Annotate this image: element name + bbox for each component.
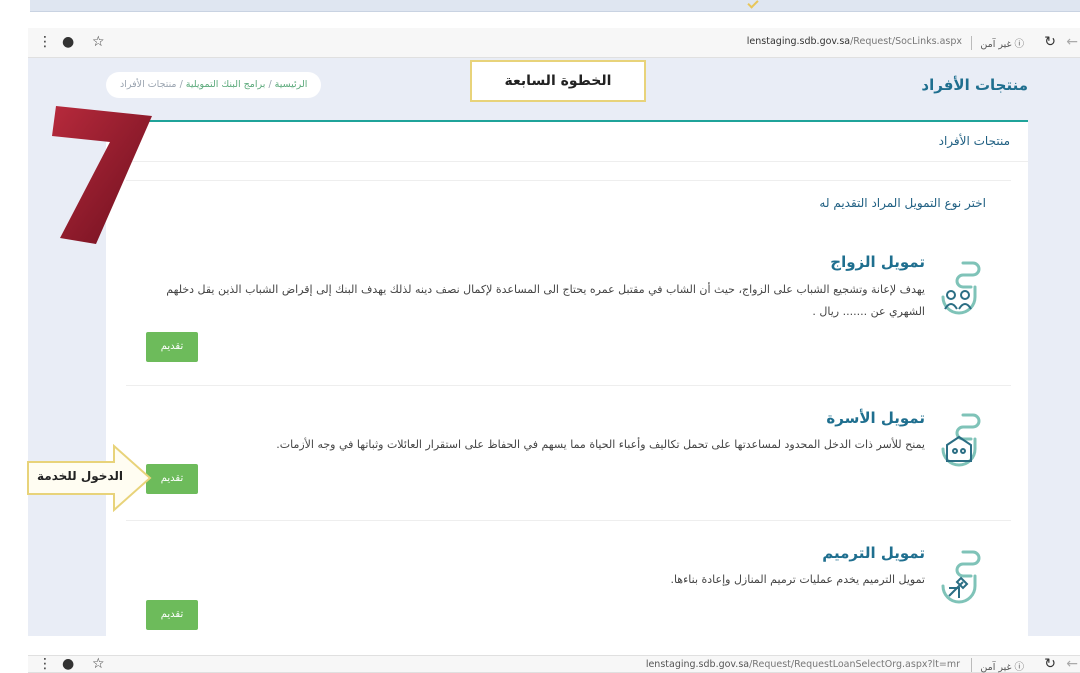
security-label[interactable]: غير آمن ⓘ [980, 36, 1024, 50]
menu-dots-icon[interactable]: ⋮ [38, 34, 52, 50]
menu-dots-icon[interactable]: ⋮ [38, 656, 52, 672]
breadcrumb-programs[interactable]: برامج البنك التمويلية [186, 79, 266, 90]
product-title: تمويل الترميم [822, 544, 925, 562]
breadcrumb: الرئيسية / برامج البنك التمويلية / منتجا… [106, 72, 322, 98]
product-item: تمويل الترميم تمويل الترميم يخدم عمليات … [126, 520, 1011, 638]
reload-icon[interactable]: ↻ [1044, 656, 1056, 672]
page-body: منتجات الأفراد الخطوة السابعة الرئيسية /… [28, 58, 1080, 636]
breadcrumb-sep: / [179, 79, 183, 90]
card-title: منتجات الأفراد [938, 134, 1010, 148]
account-icon[interactable]: ● [62, 656, 74, 672]
step-number-seven [52, 106, 152, 244]
browser-address-bar: ⋮ ● ☆ lenstaging.sdb.gov.sa/Request/SocL… [28, 28, 1080, 58]
product-description: يهدف لإعانة وتشجيع الشباب على الزواج، حي… [166, 283, 925, 318]
marriage-icon [941, 261, 981, 315]
product-title: تمويل الزواج [830, 253, 925, 271]
back-icon[interactable]: ← [1066, 34, 1078, 50]
product-title: تمويل الأسرة [826, 409, 925, 427]
products-card: منتجات الأفراد اختر نوع التمويل المراد ا… [106, 120, 1028, 636]
service-entry-label: الدخول للخدمة [36, 469, 123, 483]
product-item: تمويل الزواج يهدف لإعانة وتشجيع الشباب ع… [126, 227, 1011, 377]
breadcrumb-current: منتجات الأفراد [120, 79, 177, 90]
screenshot: ⋮ ● ☆ lenstaging.sdb.gov.sa/Request/SocL… [0, 0, 1080, 673]
breadcrumb-sep: / [268, 79, 272, 90]
product-description: يمنح للأسر ذات الدخل المحدود لمساعدتها ع… [276, 438, 925, 451]
back-icon[interactable]: ← [1066, 656, 1078, 672]
url-separator [971, 658, 972, 672]
reload-icon[interactable]: ↻ [1044, 34, 1056, 50]
breadcrumb-home[interactable]: الرئيسية [275, 79, 308, 90]
url-field[interactable]: lenstaging.sdb.gov.sa/Request/RequestLoa… [646, 659, 960, 670]
previous-screen-strip [30, 0, 1080, 12]
url-separator [971, 36, 972, 50]
family-icon [941, 413, 981, 467]
page-title: منتجات الأفراد [921, 76, 1028, 94]
apply-button[interactable]: تقديم [146, 332, 198, 362]
arrow-tip-icon [747, 0, 759, 9]
renovation-icon [941, 550, 981, 604]
apply-button[interactable]: تقديم [146, 600, 198, 630]
card-header: منتجات الأفراد [106, 122, 1028, 162]
star-icon[interactable]: ☆ [92, 656, 105, 672]
apply-button[interactable]: تقديم [146, 464, 198, 494]
browser-address-bar-bottom: ⋮ ● ☆ lenstaging.sdb.gov.sa/Request/Requ… [28, 655, 1080, 673]
page-edge [1028, 120, 1080, 636]
security-label[interactable]: غير آمن ⓘ [980, 659, 1024, 673]
star-icon[interactable]: ☆ [92, 34, 105, 50]
url-field[interactable]: lenstaging.sdb.gov.sa/Request/SocLinks.a… [747, 36, 962, 47]
product-item: تمويل الأسرة يمنح للأسر ذات الدخل المحدو… [126, 385, 1011, 520]
step-label-box: الخطوة السابعة [470, 60, 646, 102]
account-icon[interactable]: ● [62, 34, 74, 50]
product-description: تمويل الترميم يخدم عمليات ترميم المنازل … [670, 573, 925, 586]
